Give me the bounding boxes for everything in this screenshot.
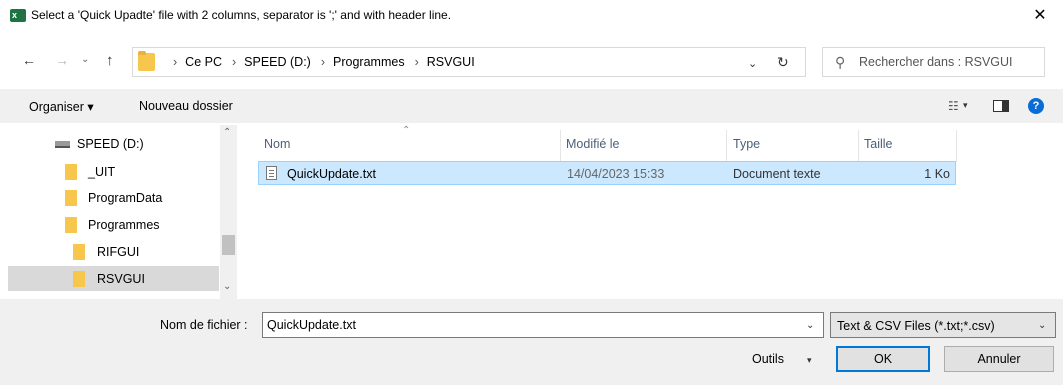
recent-locations-chevron-icon[interactable]: ⌄ xyxy=(81,54,89,65)
forward-button[interactable]: → xyxy=(55,52,69,68)
filename-input[interactable] xyxy=(267,313,797,337)
folder-icon xyxy=(73,244,85,260)
title-bar: x Select a 'Quick Upadte' file with 2 co… xyxy=(0,0,1063,31)
window-title: Select a 'Quick Upadte' file with 2 colu… xyxy=(31,8,452,22)
folder-icon xyxy=(65,217,77,233)
breadcrumb-separator-icon: › xyxy=(173,55,178,69)
scroll-thumb[interactable] xyxy=(222,235,235,255)
excel-icon: x xyxy=(10,9,28,22)
column-divider[interactable] xyxy=(726,130,727,162)
scroll-down-icon[interactable]: ⌄ xyxy=(223,281,231,292)
column-header-type[interactable]: Type xyxy=(733,137,760,151)
search-icon: ⚲ xyxy=(835,54,846,70)
nav-item-programdata[interactable]: ProgramData xyxy=(8,185,219,210)
address-bar[interactable]: › Ce PC › SPEED (D:) › Programmes › RSVGUI xyxy=(132,47,806,77)
tools-label: Outils xyxy=(752,352,784,366)
nav-item-label: RIFGUI xyxy=(97,245,140,259)
column-divider[interactable] xyxy=(560,130,561,162)
address-row: ← → ⌄ ↑ › Ce PC › SPEED (D:) › Programmes › RSV… xyxy=(0,40,1063,80)
nav-item-label: ProgramData xyxy=(88,191,163,205)
breadcrumb-separator-icon: › xyxy=(232,55,237,69)
tools-chevron-icon: ▾ xyxy=(807,355,812,365)
column-header-size[interactable]: Taille xyxy=(864,137,893,151)
organise-button[interactable]: Organiser ▾ xyxy=(29,99,94,114)
nav-item-rsvgui[interactable]: RSVGUI xyxy=(8,266,219,291)
breadcrumb-separator-icon: › xyxy=(414,55,419,69)
search-box[interactable]: ⚲ xyxy=(822,47,1045,77)
nav-item-label: RSVGUI xyxy=(97,272,145,286)
navigation-pane: SPEED (D:) _UIT ProgramData Programmes R… xyxy=(0,125,246,299)
filetype-select[interactable]: Text & CSV Files (*.txt;*.csv) ⌄ xyxy=(830,312,1056,338)
breadcrumb-item-speed[interactable]: SPEED (D:) xyxy=(244,55,311,69)
close-button[interactable]: ✕ xyxy=(1017,0,1063,31)
file-modified: 14/04/2023 15:33 xyxy=(567,167,665,181)
folder-icon xyxy=(65,190,77,206)
view-options-chevron-icon[interactable]: ▾ xyxy=(963,100,968,111)
breadcrumb-separator-icon: › xyxy=(320,55,326,69)
file-list: Nom ⌃ Modifié le Type Taille QuickUpdate… xyxy=(246,125,1063,299)
column-header-modified[interactable]: Modifié le xyxy=(566,137,620,151)
refresh-icon[interactable]: ↻ xyxy=(777,54,789,71)
breadcrumb-item-programmes[interactable]: Programmes xyxy=(333,55,405,69)
nav-item-label: _UIT xyxy=(88,165,116,179)
breadcrumb-item-ce-pc[interactable]: Ce PC xyxy=(185,55,222,69)
drive-icon xyxy=(55,141,70,148)
filetype-dropdown-chevron-icon[interactable]: ⌄ xyxy=(1038,320,1046,331)
nav-item-speed-drive[interactable]: SPEED (D:) xyxy=(8,131,219,156)
nav-scrollbar[interactable]: ⌃ ⌄ xyxy=(220,125,237,299)
help-icon[interactable]: ? xyxy=(1028,98,1044,114)
dialog-footer: Nom de fichier : ⌄ Text & CSV Files (*.t… xyxy=(0,299,1063,385)
address-dropdown-chevron-icon[interactable]: ⌄ xyxy=(748,57,757,70)
filename-combobox[interactable]: ⌄ xyxy=(262,312,824,338)
nav-item-rifgui[interactable]: RIFGUI xyxy=(8,239,219,264)
command-bar: Organiser ▾ Nouveau dossier ☷ ▾ ? xyxy=(0,89,1063,123)
folder-icon xyxy=(65,164,77,180)
filename-label: Nom de fichier : xyxy=(160,318,248,332)
scroll-up-icon[interactable]: ⌃ xyxy=(223,127,231,138)
sort-ascending-icon: ⌃ xyxy=(402,125,411,136)
nav-item-uit[interactable]: _UIT xyxy=(8,159,219,184)
nav-item-programmes[interactable]: Programmes xyxy=(8,212,219,237)
folder-icon xyxy=(73,271,85,287)
column-divider[interactable] xyxy=(956,130,957,162)
text-file-icon xyxy=(266,166,277,180)
filetype-value: Text & CSV Files (*.txt;*.csv) xyxy=(837,319,995,333)
file-name: QuickUpdate.txt xyxy=(287,167,376,181)
file-size: 1 Ko xyxy=(924,167,950,181)
back-button[interactable]: ← xyxy=(22,52,36,68)
file-type: Document texte xyxy=(733,167,821,181)
folder-icon xyxy=(138,51,155,71)
preview-pane-icon[interactable] xyxy=(993,100,1009,112)
column-divider[interactable] xyxy=(858,130,859,162)
cancel-button[interactable]: Annuler xyxy=(944,346,1054,372)
nav-item-label: SPEED (D:) xyxy=(77,137,144,151)
new-folder-button[interactable]: Nouveau dossier xyxy=(139,99,233,113)
breadcrumb-item-rsvgui[interactable]: RSVGUI xyxy=(427,55,475,69)
filename-dropdown-chevron-icon[interactable]: ⌄ xyxy=(806,320,814,331)
ok-button[interactable]: OK xyxy=(836,346,930,372)
column-header-name[interactable]: Nom xyxy=(264,137,290,151)
up-button[interactable]: ↑ xyxy=(106,52,114,69)
search-input[interactable] xyxy=(859,48,1043,76)
tools-menu-button[interactable]: Outils ▾ xyxy=(752,349,824,371)
file-row[interactable]: QuickUpdate.txt 14/04/2023 15:33 Documen… xyxy=(258,161,956,185)
breadcrumb: › Ce PC › SPEED (D:) › Programmes › RSVGUI xyxy=(163,55,475,69)
nav-item-label: Programmes xyxy=(88,218,160,232)
view-options-icon[interactable]: ☷ xyxy=(948,99,959,113)
